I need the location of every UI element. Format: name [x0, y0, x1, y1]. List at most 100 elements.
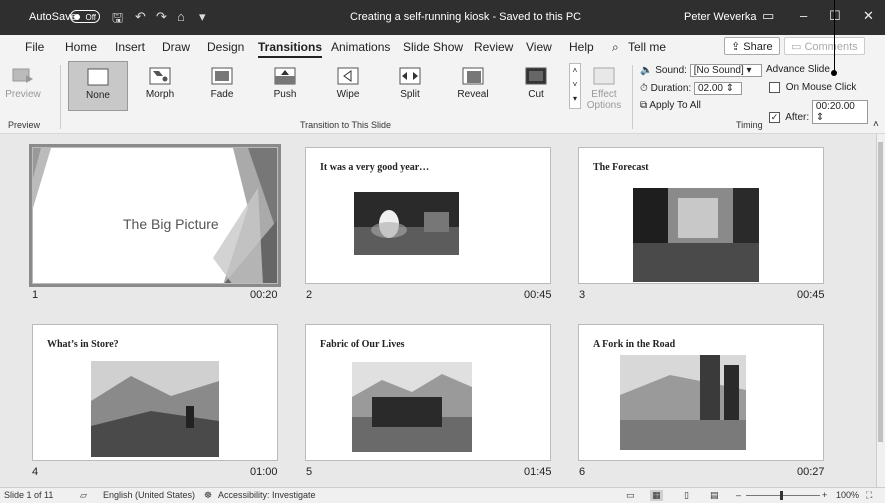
- preview-button[interactable]: Preview: [5, 61, 41, 111]
- slide-2-title: It was a very good year…: [320, 162, 430, 173]
- mountain-hikers-photo: [91, 361, 219, 457]
- tab-slide-show[interactable]: Slide Show: [403, 40, 463, 54]
- transition-reveal[interactable]: Reveal: [445, 61, 501, 111]
- vertical-scrollbar[interactable]: [876, 134, 885, 487]
- tab-review[interactable]: Review: [474, 40, 513, 54]
- tab-file[interactable]: File: [25, 40, 44, 54]
- minimize-icon[interactable]: –: [800, 8, 807, 23]
- undo-icon[interactable]: ↶: [135, 9, 146, 25]
- clock-icon: ⏱: [640, 83, 648, 94]
- search-icon[interactable]: ⌕: [612, 40, 619, 55]
- on-mouse-click-checkbox[interactable]: [769, 82, 780, 93]
- timing-group-label: Timing: [736, 120, 763, 130]
- comments-label: Comments: [804, 41, 858, 53]
- accessibility-status[interactable]: Accessibility: Investigate: [218, 490, 316, 500]
- slide-sorter-view-icon[interactable]: ▦: [650, 490, 663, 501]
- cut-icon: [525, 67, 547, 85]
- ribbon: Preview Preview None Morph Fade Push Wip…: [0, 59, 885, 134]
- after-checkbox[interactable]: ✓: [769, 111, 780, 123]
- preview-group-label: Preview: [8, 120, 41, 130]
- proofing-icon[interactable]: ▱: [80, 490, 87, 501]
- zoom-in-icon[interactable]: +: [822, 490, 827, 500]
- apply-all-icon: ⧉: [640, 100, 648, 111]
- slide-thumbnail-1[interactable]: The Big Picture: [29, 144, 281, 287]
- trail-fork-photo: [620, 355, 746, 450]
- slide-thumbnail-4[interactable]: What’s in Store?: [32, 324, 278, 461]
- slide-timing: 01:45: [524, 466, 552, 478]
- sound-icon: 🔈: [640, 65, 653, 76]
- effect-options-button[interactable]: Effect Options: [582, 61, 626, 111]
- slide-5-title: Fabric of Our Lives: [320, 339, 405, 350]
- transition-cut[interactable]: Cut: [508, 61, 564, 111]
- slide-1-title: The Big Picture: [123, 216, 219, 232]
- normal-view-icon[interactable]: ▭: [626, 490, 635, 501]
- tab-transitions[interactable]: Transitions: [258, 40, 323, 58]
- slide-timing: 00:20: [250, 289, 278, 301]
- slide-thumbnail-6[interactable]: A Fork in the Road: [578, 324, 824, 461]
- on-mouse-click-row: On Mouse Click: [769, 82, 856, 93]
- present-icon[interactable]: ⌂: [177, 9, 185, 24]
- after-input[interactable]: 00:20.00 ⇕: [811, 100, 868, 124]
- tab-animations[interactable]: Animations: [331, 40, 390, 54]
- zoom-slider-thumb[interactable]: [780, 491, 783, 500]
- title-bar: AutoSave Off 🖫 ↶ ↷ ⌂ ▾ Creating a self-r…: [0, 0, 885, 35]
- autosave-toggle[interactable]: Off: [70, 10, 100, 23]
- slide-thumbnail-3[interactable]: The Forecast: [578, 147, 824, 284]
- share-button[interactable]: ⇪ Share: [724, 37, 780, 55]
- close-icon[interactable]: ✕: [863, 8, 874, 24]
- gallery-scroll[interactable]: ˄ ˅ ▾: [569, 63, 581, 109]
- ribbon-display-icon[interactable]: ▭: [762, 8, 774, 24]
- tell-me-input[interactable]: Tell me: [628, 40, 666, 54]
- tab-design[interactable]: Design: [207, 40, 244, 54]
- transition-none[interactable]: None: [68, 61, 128, 111]
- zoom-slider-track[interactable]: [746, 495, 820, 496]
- language-status[interactable]: English (United States): [103, 490, 195, 500]
- transition-wipe[interactable]: Wipe: [320, 61, 376, 111]
- fit-slide-icon[interactable]: ⛶: [866, 490, 872, 501]
- after-label: After:: [785, 112, 810, 123]
- campfire-photo: [354, 192, 459, 255]
- transition-split[interactable]: Split: [382, 61, 438, 111]
- slide-thumbnail-2[interactable]: It was a very good year…: [305, 147, 551, 284]
- redo-icon[interactable]: ↷: [156, 9, 167, 25]
- reading-view-icon[interactable]: ▯: [684, 490, 689, 501]
- share-icon: ⇪: [731, 41, 744, 53]
- apply-all-button[interactable]: ⧉ Apply To All: [640, 100, 701, 111]
- scroll-thumb[interactable]: [878, 142, 883, 442]
- morph-icon: [149, 67, 171, 85]
- transition-morph[interactable]: Morph: [132, 61, 188, 111]
- tab-home[interactable]: Home: [65, 40, 97, 54]
- save-icon[interactable]: 🖫: [112, 9, 123, 31]
- duration-input[interactable]: 02.00 ⇕: [693, 82, 742, 95]
- tab-draw[interactable]: Draw: [162, 40, 190, 54]
- tab-insert[interactable]: Insert: [115, 40, 145, 54]
- collapse-ribbon-icon[interactable]: ˄: [873, 119, 879, 130]
- slide-show-view-icon[interactable]: ▤: [710, 490, 719, 501]
- slide-number: 1: [32, 289, 39, 301]
- document-title: Creating a self-running kiosk - Saved to…: [350, 11, 582, 23]
- after-value: 00:20.00: [815, 101, 855, 112]
- user-name[interactable]: Peter Weverka: [684, 11, 757, 23]
- tab-view[interactable]: View: [526, 40, 552, 54]
- transition-push[interactable]: Push: [257, 61, 313, 111]
- slide-number: 5: [306, 466, 313, 478]
- sound-dropdown[interactable]: [No Sound] ▾: [689, 64, 762, 77]
- reveal-icon: [462, 67, 484, 85]
- transition-label: Cut: [528, 89, 544, 100]
- zoom-out-icon[interactable]: –: [736, 490, 741, 500]
- comment-icon: ▭: [791, 41, 805, 53]
- slide-thumbnail-5[interactable]: Fabric of Our Lives: [305, 324, 551, 461]
- accessibility-icon: ☸: [204, 490, 213, 500]
- transition-label: Fade: [210, 89, 234, 100]
- transition-label: Split: [400, 89, 420, 100]
- comments-button[interactable]: ▭ Comments: [784, 37, 865, 55]
- callout-line: [834, 0, 835, 72]
- callout-dot: [831, 70, 837, 76]
- customize-icon[interactable]: ▾: [199, 9, 206, 25]
- duration-value: 02.00: [697, 83, 723, 94]
- transition-label: Reveal: [457, 89, 489, 100]
- tab-help[interactable]: Help: [569, 40, 594, 54]
- transition-fade[interactable]: Fade: [194, 61, 250, 111]
- zoom-level[interactable]: 100%: [836, 490, 859, 500]
- status-bar: Slide 1 of 11 ▱ English (United States) …: [0, 487, 885, 503]
